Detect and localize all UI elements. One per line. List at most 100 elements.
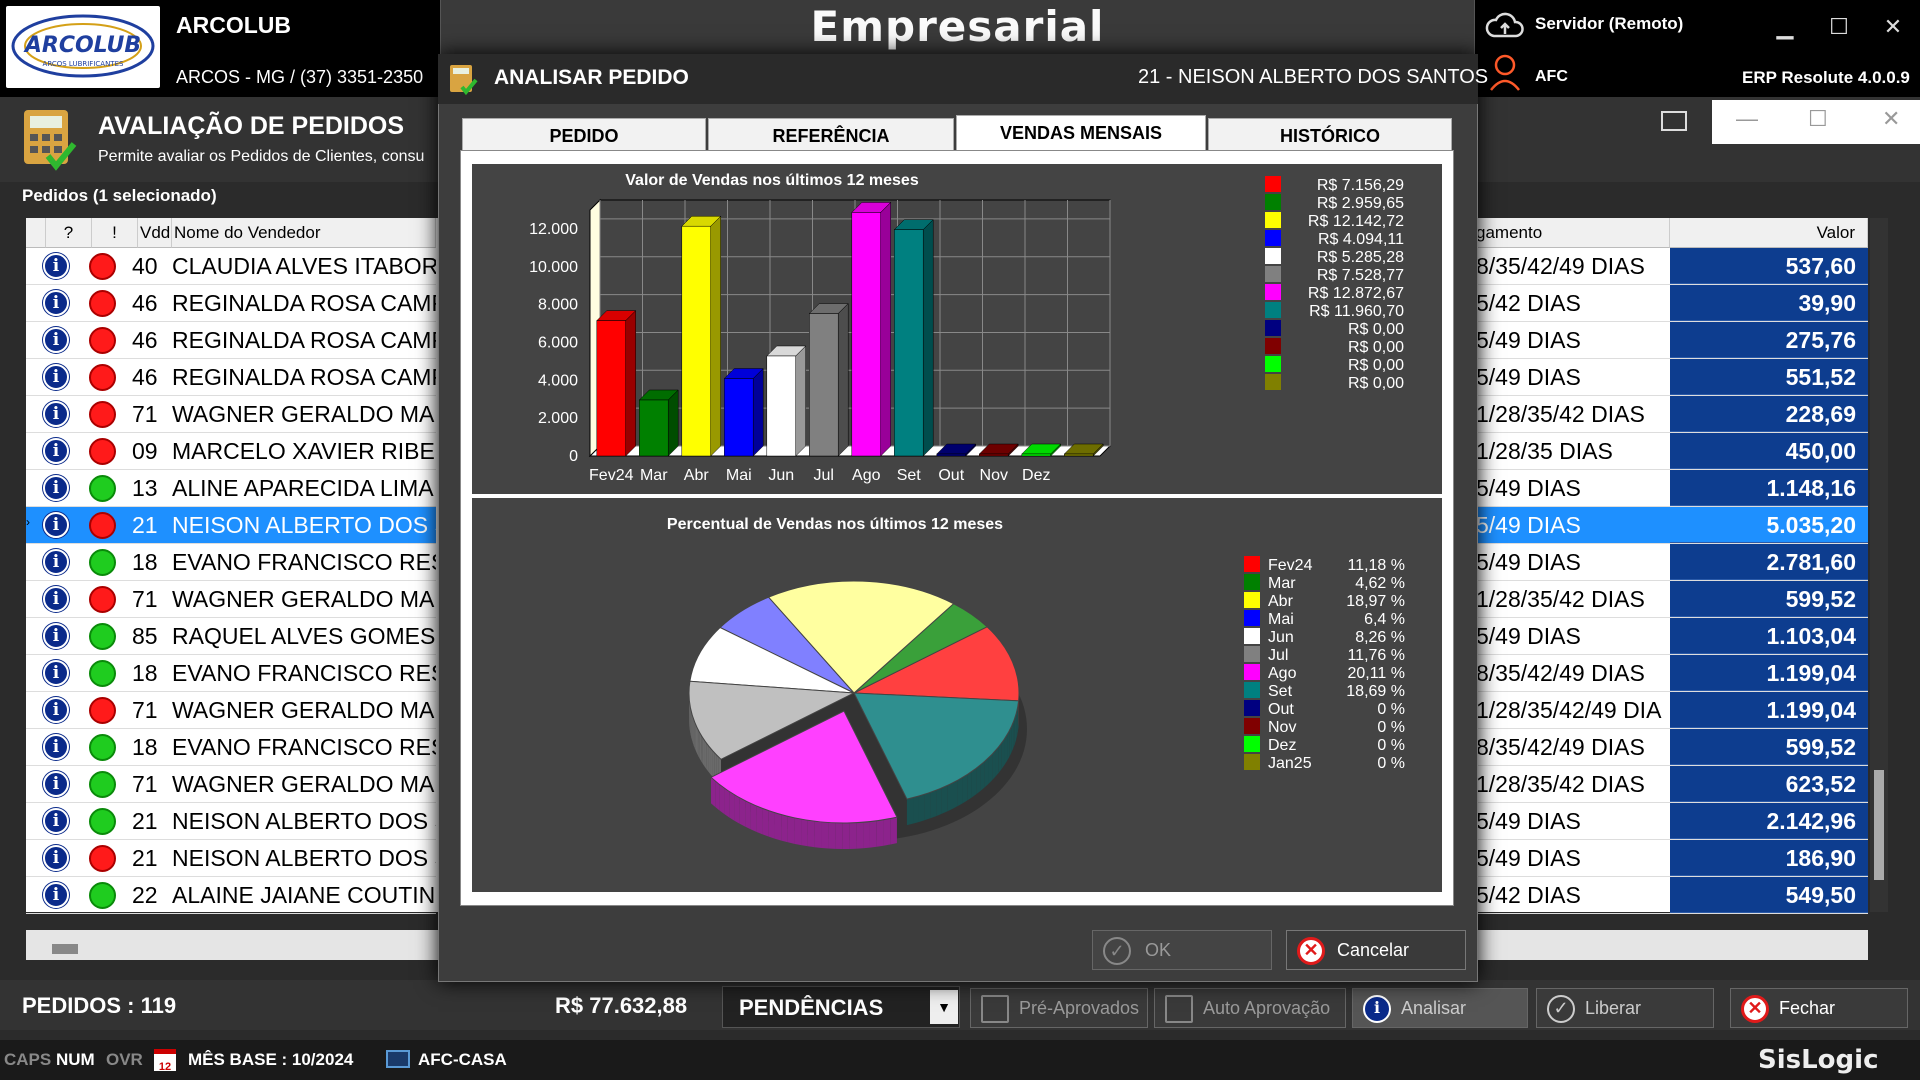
close-button[interactable]: ✕ (1880, 14, 1906, 40)
info-icon[interactable]: i (43, 697, 69, 723)
table-row-right[interactable]: 5/49 DIAS 2.142,96 (1472, 803, 1868, 840)
tab-historico[interactable]: HISTÓRICO (1208, 118, 1452, 152)
table-row[interactable]: i 18 EVANO FRANCISCO RESE (26, 544, 436, 581)
pie-legend-label: Fev24 (1268, 557, 1313, 574)
table-row[interactable]: i 46 REGINALDA ROSA CAMP (26, 322, 436, 359)
table-row-right[interactable]: 8/35/42/49 DIAS 537,60 (1472, 248, 1868, 285)
table-row-right[interactable]: 1/28/35/42/49 DIA 1.199,04 (1472, 692, 1868, 729)
bar-chart-xtick: Mar (640, 467, 668, 484)
table-row-right[interactable]: 5/49 DIAS 1.103,04 (1472, 618, 1868, 655)
table-row-right[interactable]: 5/49 DIAS 1.148,16 (1472, 470, 1868, 507)
info-icon[interactable]: i (43, 512, 69, 538)
value-cell: 5.035,20 (1670, 507, 1868, 543)
ok-button[interactable]: ✓ OK (1092, 930, 1272, 970)
bar-chart-xtick: Dez (1022, 467, 1050, 484)
table-row-right[interactable]: 1/28/35/42 DIAS 599,52 (1472, 581, 1868, 618)
info-icon[interactable]: i (43, 364, 69, 390)
table-row[interactable]: i 21 NEISON ALBERTO DOS S (26, 803, 436, 840)
table-row-right[interactable]: 5/49 DIAS 551,52 (1472, 359, 1868, 396)
tab-referencia[interactable]: REFERÊNCIA (708, 118, 954, 152)
info-icon[interactable]: i (43, 623, 69, 649)
payment-cell: 5/42 DIAS (1476, 290, 1581, 316)
horizontal-scrollbar-thumb[interactable] (52, 944, 78, 954)
info-icon[interactable]: i (43, 734, 69, 760)
table-row-right[interactable]: 8/35/42/49 DIAS 599,52 (1472, 729, 1868, 766)
table-row[interactable]: i 22 ALAINE JAIANE COUTINH (26, 877, 436, 914)
filter-dropdown-icon[interactable]: ▼ (930, 990, 958, 1024)
table-row[interactable]: › i 21 NEISON ALBERTO DOS S (26, 507, 436, 544)
bar-chart-xtick: Ago (852, 467, 881, 484)
info-icon[interactable]: i (43, 253, 69, 279)
value-cell: 186,90 (1670, 840, 1868, 876)
close-red-icon: ✕ (1741, 995, 1769, 1023)
info-icon[interactable]: i (43, 771, 69, 797)
table-row[interactable]: i 13 ALINE APARECIDA LIMA (26, 470, 436, 507)
info-icon[interactable]: i (43, 808, 69, 834)
bar-Set (893, 219, 934, 457)
table-row-right[interactable]: 1/28/35 DIAS 450,00 (1472, 433, 1868, 470)
table-row-right[interactable]: 5/49 DIAS 186,90 (1472, 840, 1868, 877)
header-vendor-name[interactable]: Nome do Vendedor (172, 218, 436, 248)
table-row[interactable]: i 71 WAGNER GERALDO MAR (26, 766, 436, 803)
table-row[interactable]: i 18 EVANO FRANCISCO RESE (26, 729, 436, 766)
table-row[interactable]: i 18 EVANO FRANCISCO RESE (26, 655, 436, 692)
close-screen-button[interactable]: ✕ Fechar (1730, 988, 1908, 1028)
cancel-button[interactable]: ✕ Cancelar (1286, 930, 1466, 970)
pie-legend-label: Jun (1268, 629, 1294, 646)
minimize-button[interactable]: ▁ (1772, 14, 1798, 40)
header-value[interactable]: Valor (1670, 218, 1868, 248)
screen-resize-icon[interactable] (1660, 110, 1688, 137)
info-icon[interactable]: i (43, 549, 69, 575)
vertical-scrollbar[interactable] (1870, 218, 1888, 912)
table-row[interactable]: i 46 REGINALDA ROSA CAMP (26, 285, 436, 322)
table-row-right[interactable]: 5/49 DIAS 2.781,60 (1472, 544, 1868, 581)
table-row-right[interactable]: 5/42 DIAS 39,90 (1472, 285, 1868, 322)
table-row[interactable]: i 09 MARCELO XAVIER RIBEIR (26, 433, 436, 470)
table-row[interactable]: i 46 REGINALDA ROSA CAMP (26, 359, 436, 396)
info-icon[interactable]: i (43, 401, 69, 427)
info-icon[interactable]: i (43, 882, 69, 908)
pre-approved-button[interactable]: Pré-Aprovados (970, 988, 1148, 1028)
analyze-button[interactable]: i Analisar (1352, 988, 1528, 1028)
info-icon[interactable]: i (43, 290, 69, 316)
table-row-right[interactable]: 5/42 DIAS 549,50 (1472, 877, 1868, 914)
info-icon[interactable]: i (43, 845, 69, 871)
table-row-right[interactable]: 1/28/35/42 DIAS 623,52 (1472, 766, 1868, 803)
maximize-button[interactable]: ☐ (1826, 14, 1852, 40)
table-row[interactable]: i 71 WAGNER GERALDO MAR (26, 692, 436, 729)
table-row[interactable]: i 40 CLAUDIA ALVES ITABORA (26, 248, 436, 285)
vendor-name-cell: EVANO FRANCISCO RESE (172, 549, 436, 575)
info-icon[interactable]: i (43, 438, 69, 464)
table-row[interactable]: i 71 WAGNER GERALDO MAR (26, 581, 436, 618)
header-info[interactable]: ? (46, 218, 92, 248)
info-icon[interactable]: i (43, 327, 69, 353)
caps-indicator: CAPS (4, 1050, 52, 1069)
header-vdd[interactable]: Vdd (138, 218, 172, 248)
info-icon[interactable]: i (43, 586, 69, 612)
bar-Fev24 (596, 309, 637, 457)
info-icon[interactable]: i (43, 660, 69, 686)
value-cell: 1.199,04 (1670, 655, 1868, 691)
tab-pedido[interactable]: PEDIDO (462, 118, 706, 152)
table-row[interactable]: i 71 WAGNER GERALDO MAR (26, 396, 436, 433)
table-row-right[interactable]: 1/28/35/42 DIAS 228,69 (1472, 396, 1868, 433)
cloud-upload-icon (1484, 10, 1524, 45)
header-status[interactable]: ! (92, 218, 138, 248)
table-row[interactable]: i 85 RAQUEL ALVES GOMES (26, 618, 436, 655)
release-button[interactable]: ✓ Liberar (1536, 988, 1714, 1028)
pie-legend-swatch (1244, 682, 1260, 698)
table-row-right[interactable]: 5/49 DIAS 5.035,20 (1472, 507, 1868, 544)
info-icon[interactable]: i (43, 475, 69, 501)
filter-select[interactable]: PENDÊNCIAS (722, 986, 960, 1028)
table-row-right[interactable]: 8/35/42/49 DIAS 1.199,04 (1472, 655, 1868, 692)
bar-legend-label: R$ 0,00 (1348, 375, 1404, 392)
value-cell: 2.781,60 (1670, 544, 1868, 580)
header-payment[interactable]: gamento (1472, 218, 1670, 248)
table-row-right[interactable]: 5/49 DIAS 275,76 (1472, 322, 1868, 359)
vertical-scrollbar-thumb[interactable] (1874, 770, 1884, 880)
bar-legend-swatch (1265, 176, 1281, 192)
auto-approval-button[interactable]: Auto Aprovação (1154, 988, 1346, 1028)
tab-vendas-mensais[interactable]: VENDAS MENSAIS (956, 115, 1206, 152)
table-row[interactable]: i 21 NEISON ALBERTO DOS S (26, 840, 436, 877)
row-indicator-icon: › (26, 515, 30, 529)
